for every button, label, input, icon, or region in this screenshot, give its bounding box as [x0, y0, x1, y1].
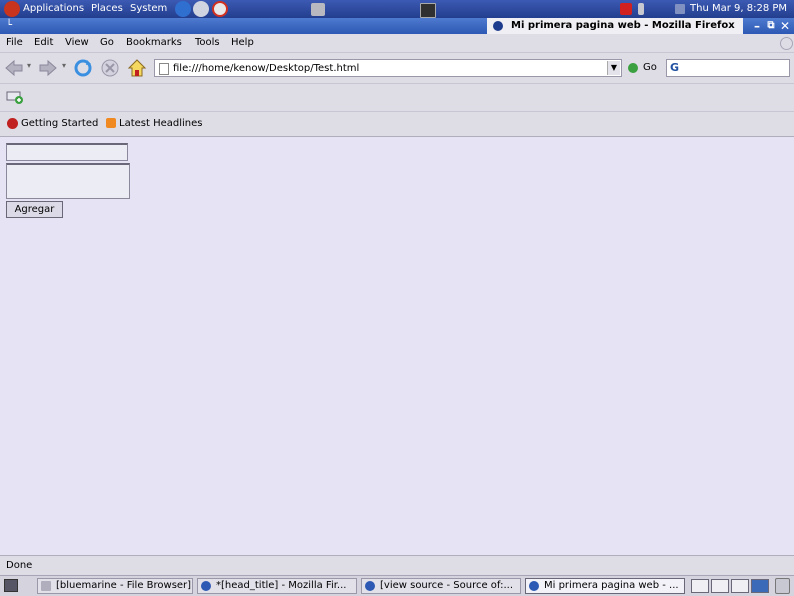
firefox-task-icon	[529, 581, 539, 591]
mail-launcher-icon[interactable]	[193, 1, 209, 17]
stop-icon[interactable]	[100, 58, 120, 78]
terminal-icon[interactable]	[420, 3, 436, 18]
clock[interactable]: Thu Mar 9, 8:28 PM	[690, 3, 787, 14]
menu-bookmarks[interactable]: Bookmarks	[126, 37, 182, 48]
url-input[interactable]	[173, 61, 603, 75]
menu-go[interactable]: Go	[100, 37, 114, 48]
bookmarks-toolbar: Getting Started Latest Headlines	[0, 112, 794, 137]
menu-tools[interactable]: Tools	[195, 37, 220, 48]
system-menu[interactable]: System	[130, 3, 167, 14]
volume-icon[interactable]	[675, 4, 685, 14]
navigation-toolbar: ▾ ▾ ▼ Go G	[0, 53, 794, 84]
folder-icon	[41, 581, 51, 591]
help-launcher-icon[interactable]	[212, 1, 228, 17]
workspace-4-active[interactable]	[751, 579, 769, 593]
home-icon[interactable]	[127, 58, 147, 78]
url-dropdown-icon[interactable]: ▼	[607, 61, 620, 75]
page-content: Agregar	[0, 137, 794, 555]
status-text: Done	[6, 560, 33, 571]
places-menu[interactable]: Places	[91, 3, 123, 14]
task-view-source[interactable]: [view source - Source of:...	[361, 578, 521, 594]
ubuntu-logo-icon[interactable]	[4, 1, 20, 17]
new-tab-icon[interactable]	[6, 89, 24, 105]
workspace-1[interactable]	[691, 579, 709, 593]
getting-started-icon	[7, 118, 18, 129]
bottom-taskbar: [bluemarine - File Browser] *[head_title…	[0, 575, 794, 596]
search-input[interactable]	[685, 61, 785, 75]
go-icon[interactable]	[628, 63, 638, 73]
back-arrow-icon[interactable]	[4, 58, 24, 78]
firefox-icon	[493, 21, 503, 31]
forward-dropdown-icon[interactable]: ▾	[62, 61, 66, 70]
throbber-icon	[780, 37, 793, 50]
bookmark-getting-started[interactable]: Getting Started	[21, 118, 98, 129]
task-mi-primera-pagina[interactable]: Mi primera pagina web - ...	[525, 578, 685, 594]
menu-view[interactable]: View	[65, 37, 89, 48]
workspace-2[interactable]	[711, 579, 729, 593]
secondary-toolbar	[0, 84, 794, 112]
no-entry-icon[interactable]	[620, 3, 632, 15]
power-plug-icon	[638, 3, 644, 15]
status-bar: Done	[0, 555, 794, 575]
search-engine-icon[interactable]: G	[670, 61, 679, 74]
url-bar[interactable]: ▼	[154, 59, 622, 77]
firefox-task-icon	[365, 581, 375, 591]
agregar-button[interactable]: Agregar	[6, 201, 63, 218]
go-button[interactable]: Go	[643, 62, 657, 73]
show-desktop-button-icon[interactable]	[4, 579, 18, 592]
firefox-task-icon	[201, 581, 211, 591]
task-head-title[interactable]: *[head_title] - Mozilla Fir...	[197, 578, 357, 594]
window-menu-icon[interactable]: └	[2, 19, 16, 33]
trash-icon[interactable]	[775, 578, 790, 594]
text-input[interactable]	[6, 143, 128, 161]
menu-file[interactable]: File	[6, 37, 23, 48]
firefox-launcher-icon[interactable]	[175, 1, 191, 17]
window-title: Mi primera pagina web - Mozilla Firefox	[511, 20, 735, 31]
message-textarea[interactable]	[6, 163, 130, 199]
task-file-browser[interactable]: [bluemarine - File Browser]	[37, 578, 193, 594]
menu-edit[interactable]: Edit	[34, 37, 53, 48]
page-icon	[159, 63, 169, 75]
close-icon[interactable]: ✕	[778, 19, 792, 33]
window-title-box: Mi primera pagina web - Mozilla Firefox	[487, 18, 743, 34]
menubar: File Edit View Go Bookmarks Tools Help	[0, 34, 794, 53]
workspace-3[interactable]	[731, 579, 749, 593]
minimize-icon[interactable]: –	[750, 19, 764, 33]
bookmark-latest-headlines[interactable]: Latest Headlines	[119, 118, 203, 129]
top-panel: Applications Places System Thu Mar 9, 8:…	[0, 0, 794, 18]
forward-arrow-icon[interactable]	[38, 58, 58, 78]
applications-menu[interactable]: Applications	[23, 3, 84, 14]
window-titlebar[interactable]: └ Mi primera pagina web - Mozilla Firefo…	[0, 18, 794, 34]
menu-help[interactable]: Help	[231, 37, 254, 48]
back-dropdown-icon[interactable]: ▾	[27, 61, 31, 70]
show-desktop-icon[interactable]	[311, 3, 325, 16]
rss-feed-icon	[106, 118, 116, 128]
maximize-icon[interactable]: ⧉	[764, 19, 778, 33]
search-bar[interactable]: G	[666, 59, 790, 77]
reload-icon[interactable]	[73, 58, 93, 78]
